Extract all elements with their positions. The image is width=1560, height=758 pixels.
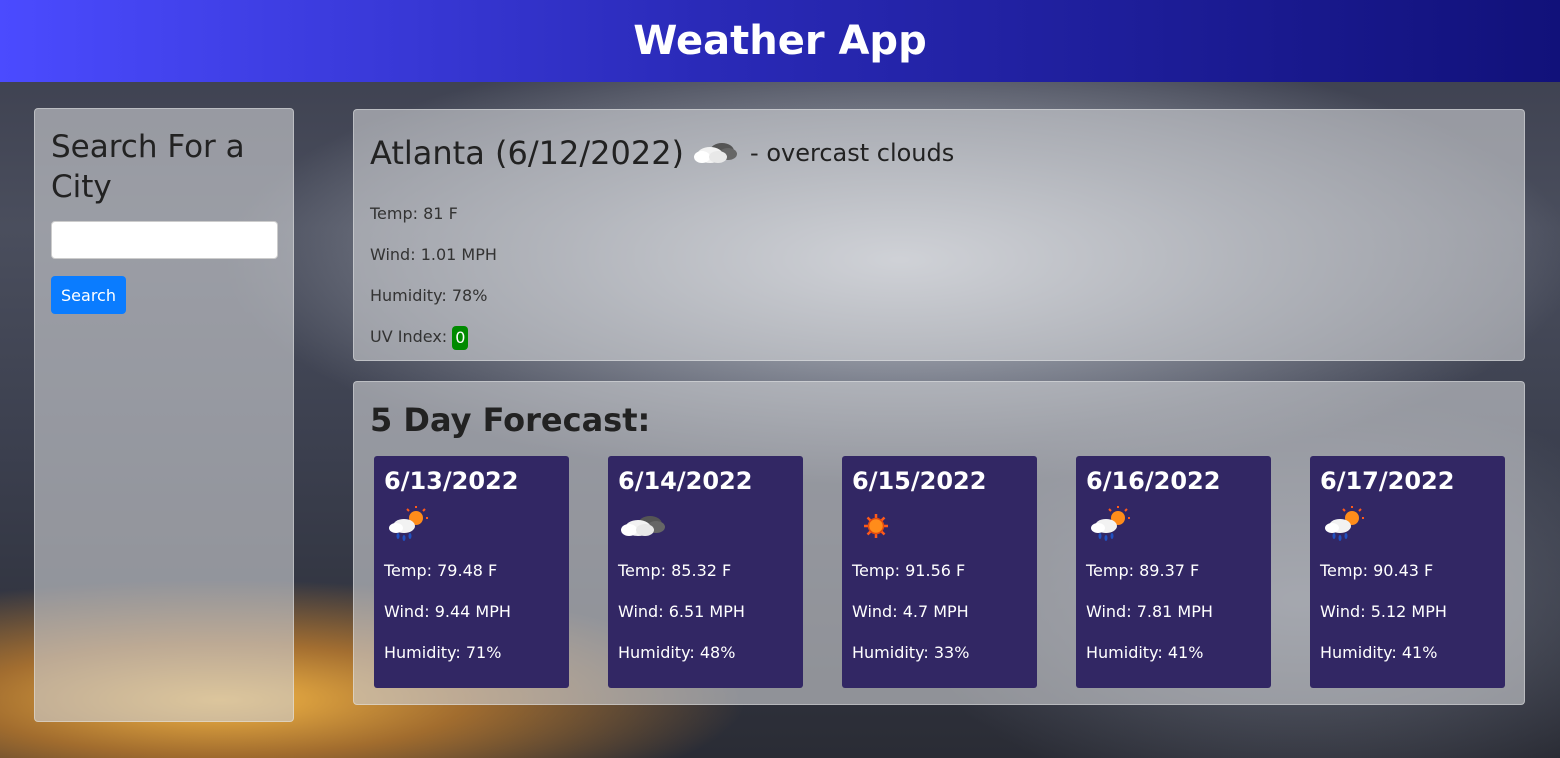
forecast-date: 6/13/2022 [384,467,519,495]
forecast-wind: Wind: 9.44 MPH [384,602,511,621]
rain-sun-icon [1320,506,1370,546]
current-weather-panel: Atlanta (6/12/2022) - overcast clouds Te… [353,109,1525,361]
forecast-wind: Wind: 6.51 MPH [618,602,745,621]
forecast-temp: Temp: 79.48 F [384,561,498,580]
forecast-humidity: Humidity: 41% [1320,643,1438,662]
forecast-card-day-1: 6/13/2022 Temp: 79.48 F Wind: 9.44 MPH H… [374,456,569,688]
forecast-wind: Wind: 5.12 MPH [1320,602,1447,621]
forecast-card-day-4: 6/16/2022 Temp: 89.37 F Wind: 7.81 MPH H… [1076,456,1271,688]
search-panel: Search For a City Search [34,108,294,722]
forecast-humidity: Humidity: 48% [618,643,736,662]
current-wind: Wind: 1.01 MPH [370,245,497,264]
rain-sun-icon [1086,506,1136,546]
overcast-clouds-icon [692,135,740,171]
uv-index-badge: 0 [452,325,469,350]
current-weather-heading: Atlanta (6/12/2022) - overcast clouds [370,130,1508,176]
forecast-date: 6/14/2022 [618,467,753,495]
app-header: Weather App [0,0,1560,82]
forecast-card-day-3: 6/15/2022 Temp: 91.56 F Wind: 4.7 MPH Hu… [842,456,1037,688]
forecast-date: 6/17/2022 [1320,467,1455,495]
cloud-icon [618,506,668,546]
forecast-temp: Temp: 85.32 F [618,561,732,580]
forecast-temp: Temp: 89.37 F [1086,561,1200,580]
current-humidity: Humidity: 78% [370,286,488,305]
forecast-card-day-2: 6/14/2022 Temp: 85.32 F Wind: 6.51 MPH H… [608,456,803,688]
app-title: Weather App [633,18,927,64]
forecast-title: 5 Day Forecast: [370,401,651,439]
search-button[interactable]: Search [51,276,126,314]
forecast-cards: 6/13/2022 Temp: 79.48 F Wind: 9.44 MPH H… [374,456,1506,688]
forecast-wind: Wind: 7.81 MPH [1086,602,1213,621]
current-uv-row: UV Index: 0 [370,316,1508,357]
weather-description: - overcast clouds [750,139,955,167]
forecast-humidity: Humidity: 33% [852,643,970,662]
forecast-wind: Wind: 4.7 MPH [852,602,969,621]
city-date: Atlanta (6/12/2022) [370,134,685,172]
forecast-humidity: Humidity: 41% [1086,643,1204,662]
rain-sun-icon [384,506,434,546]
forecast-temp: Temp: 91.56 F [852,561,966,580]
search-title: Search For a City [51,129,245,205]
forecast-card-day-5: 6/17/2022 Temp: 90.43 F Wind: 5.12 MPH H… [1310,456,1505,688]
uv-label: UV Index: [370,327,448,346]
current-temp: Temp: 81 F [370,204,458,223]
forecast-date: 6/15/2022 [852,467,987,495]
forecast-temp: Temp: 90.43 F [1320,561,1434,580]
forecast-humidity: Humidity: 71% [384,643,502,662]
forecast-panel: 5 Day Forecast: 6/13/2022 Temp: 79.48 F … [353,381,1525,705]
city-search-input[interactable] [51,221,278,259]
forecast-date: 6/16/2022 [1086,467,1221,495]
sun-icon [852,506,902,546]
